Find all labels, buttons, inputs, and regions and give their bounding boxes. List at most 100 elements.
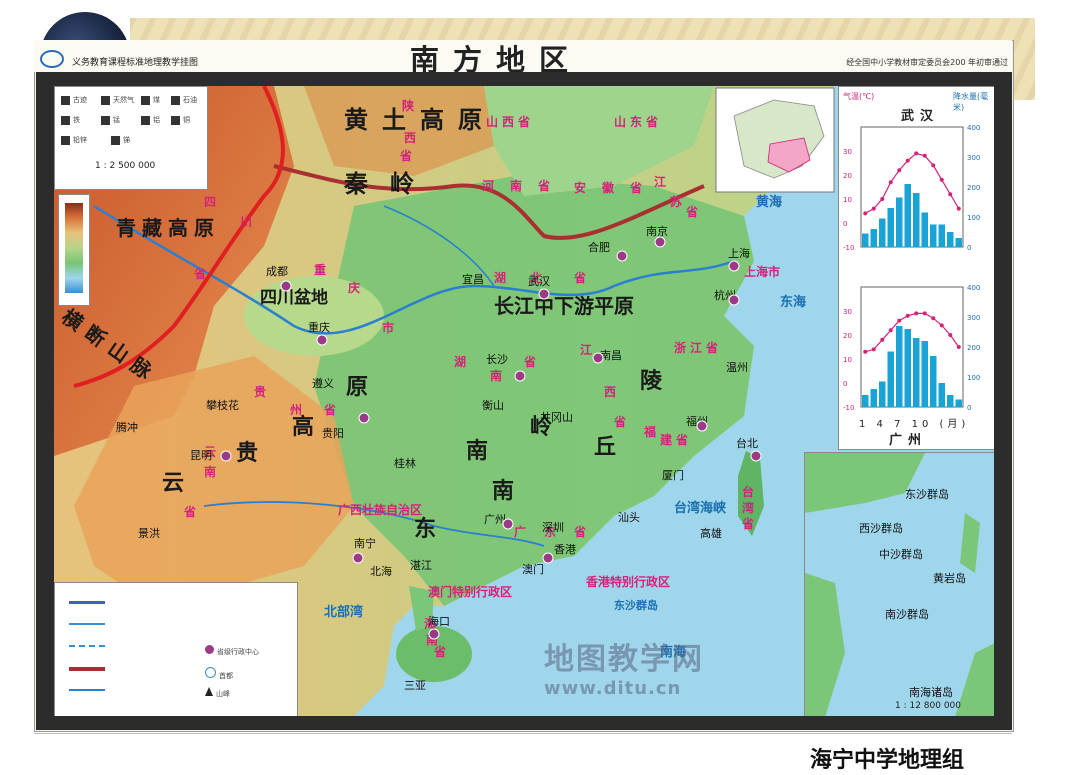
precip-bar [904,329,911,407]
legend-item-6: 铝 [141,115,160,125]
series-title: 义务教育课程标准地理教学挂图 [72,58,199,68]
legend-line-border [69,601,105,604]
climate-panel: 武汉 气温(℃) 降水量(毫米) -10 0 10 20 30 0 100 200 300 400… [838,86,994,450]
precip-bar [870,389,877,407]
precip-bar [938,383,945,407]
dot-hongkong [542,552,554,564]
precip-bar [913,193,920,247]
watermark-text: 地图教学网 [544,642,704,677]
inset-label-huangyan: 黄岩岛 [933,572,966,585]
temp-tick: 30 [843,308,852,316]
temp-line [865,312,960,353]
legend-bottom-0: 省级行政中心 [205,645,259,657]
precip-bar [913,338,920,407]
dot-shanghai [728,260,740,272]
climate-chart-guangzhou: -1001020300100200300400 [843,284,980,412]
temp-tick: 20 [843,172,852,180]
inset-label-nansha: 南沙群岛 [885,608,929,621]
legend-bottom-1: 首都 [205,667,233,681]
precip-bar [870,229,877,247]
dot-taipei [750,450,762,462]
climate-chart-wuhan: -1001020300100200300400 [843,124,980,252]
wechat-account-label: 海宁中学地理组 [810,748,965,773]
precip-bar [938,224,945,247]
precip-tick: 200 [967,344,980,352]
precip-tick: 100 [967,214,980,222]
precip-bar [921,212,928,247]
dot-kunming [220,450,232,462]
legend-item-1: 天然气 [101,95,134,105]
climate-months-label: 1 4 7 10 (月) [859,419,970,430]
precip-bar [879,218,886,247]
climate-title-guangzhou: 广州 [889,433,928,448]
elevation-color-bar [65,203,83,293]
temp-tick: 0 [843,380,847,388]
legend-item-7: 铜 [171,115,190,125]
inset-label-xisha: 西沙群岛 [859,522,903,535]
legend-scale: 1 : 2 500 000 [95,161,156,171]
precip-bar [879,381,886,407]
precip-bar [862,233,869,247]
precip-bar [930,356,937,407]
dot-nanjing [654,236,666,248]
inset-label-title: 南海诸岛 [909,686,953,699]
publisher-logo-icon [40,50,64,68]
legend-item-0: 古迹 [61,95,87,105]
precip-bar [896,197,903,247]
map-canvas: 黄土高原 青藏高原 秦岭 四川盆地 长江中下游平原 横断山脉 云 贵 高 原 南… [54,86,994,716]
precip-bar [955,399,962,407]
precip-bar [947,232,954,247]
legend-line-canal [69,645,105,649]
legend-bottom-2: 山峰 [205,687,230,699]
dot-guiyang [358,412,370,424]
dot-hangzhou [728,294,740,306]
dot-chongqing [316,334,328,346]
dot-nanchang [592,352,604,364]
dot-wuhan [538,288,550,300]
inset-label-dongsha: 东沙群岛 [905,488,949,501]
dot-hefei [616,250,628,262]
legend-panel-top: 古迹 天然气 煤 石油 铁 锰 铝 铜 铅锌 锑 1 : 2 500 000 [54,86,208,190]
watermark-url: www.ditu.cn [544,678,682,699]
elevation-legend [58,194,90,306]
legend-item-9: 锑 [111,135,130,145]
precip-tick: 300 [967,154,980,162]
precip-bar [904,184,911,247]
dot-changsha [514,370,526,382]
precip-tick: 100 [967,374,980,382]
precip-tick: 0 [967,244,971,252]
dot-fuzhou [696,420,708,432]
temp-line [864,152,960,214]
temp-tick: -10 [843,244,854,252]
legend-line-coast [69,689,105,691]
temp-tick: 10 [843,356,852,364]
precip-bar [887,351,894,407]
inset-scale: 1 : 12 800 000 [895,701,962,711]
legend-item-5: 锰 [101,115,120,125]
legend-item-8: 铅锌 [61,135,87,145]
legend-panel-bottom: 省级行政中心 首都 山峰 [54,582,298,716]
precip-tick: 400 [967,284,980,292]
precip-bar [930,224,937,247]
approval-note: 经全国中小学教材审定委员会200 年初审通过 [846,58,1008,67]
legend-item-4: 铁 [61,115,80,125]
precip-bar [862,395,869,407]
legend-item-3: 石油 [171,95,197,105]
inset-label-zhongsha: 中沙群岛 [879,548,923,561]
precip-bar [896,326,903,407]
temp-tick: 10 [843,196,852,204]
precip-bar [955,238,962,247]
temp-tick: 0 [843,220,847,228]
temp-tick: 20 [843,332,852,340]
precip-bar [921,341,928,407]
legend-item-2: 煤 [141,95,160,105]
legend-line-river [69,623,105,625]
legend-line-qinling [69,667,105,671]
precip-tick: 400 [967,124,980,132]
precip-bar [947,395,954,407]
precip-tick: 300 [967,314,980,322]
dot-chengdu [280,280,292,292]
dot-haikou [428,628,440,640]
precip-bar [887,208,894,247]
precip-tick: 0 [967,404,971,412]
